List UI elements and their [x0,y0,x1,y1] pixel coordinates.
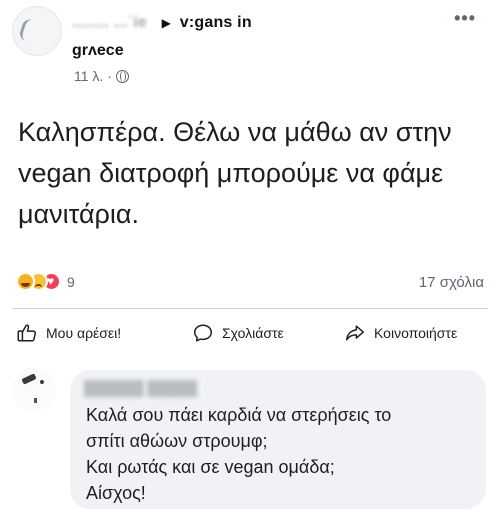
more-options-button[interactable]: ••• [454,8,476,29]
comment-label: Σχολιάστε [222,325,284,341]
arrow-right-icon: ▶ [161,16,172,30]
thumbs-up-icon [17,324,37,342]
post-meta: 11 λ. · [74,68,129,84]
post-actions-bar: Μου αρέσει! Σχολιάστε Κοινοποιήστε [0,322,500,352]
comment-icon [194,324,212,342]
avatar-detail [40,380,44,384]
haha-icon [16,272,35,291]
comment-bubble: ██████ █████ Καλά σου πάει καρδιά να στε… [70,370,486,509]
share-button[interactable]: Κοινοποιήστε [344,322,457,344]
post-timestamp[interactable]: 11 λ. · [74,68,112,84]
reactions-count: 9 [67,273,75,290]
like-button[interactable]: Μου αρέσει! [16,322,121,344]
comment-text: Καλά σου πάει καρδιά να στερήσεις το σπί… [86,405,392,503]
poster-avatar[interactable] [12,6,62,56]
avatar-image [17,17,38,43]
divider [12,308,488,309]
post-header: ........ ...΄ie ▶ v:gans in [72,14,252,32]
avatar-detail [34,398,37,403]
like-label: Μου αρέσει! [46,325,122,341]
globe-icon [115,69,129,83]
reactions-summary[interactable]: 9 [16,272,75,291]
avatar-image [21,373,37,385]
share-icon [346,325,364,341]
group-name[interactable]: v:gans in [180,14,252,31]
post-text: Καλησπέρα. Θέλω να μάθω αν στην vegan δι… [18,117,452,229]
commenter-name-obscured[interactable]: ██████ █████ [84,380,254,402]
group-name-line2[interactable]: grʌece [72,42,124,60]
share-label: Κοινοποιήστε [374,325,458,341]
commenter-avatar[interactable] [12,368,56,412]
comment-button[interactable]: Σχολιάστε [192,322,284,344]
comments-count-link[interactable]: 17 σχόλια [419,274,484,291]
poster-name-obscured: ........ ...΄ie [72,14,148,31]
